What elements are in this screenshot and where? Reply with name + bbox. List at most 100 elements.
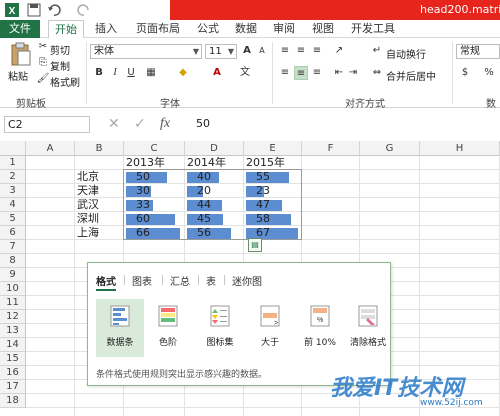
tab-developer[interactable]: 开发工具: [345, 20, 401, 38]
column-header-e[interactable]: E: [244, 141, 302, 156]
column-header-a[interactable]: A: [26, 141, 75, 156]
value-cell[interactable]: 56: [197, 226, 211, 240]
bold-button[interactable]: B: [92, 66, 106, 80]
qa-tab-totals[interactable]: 汇总: [170, 273, 190, 288]
currency-icon[interactable]: $: [458, 66, 472, 80]
percent-icon[interactable]: %: [482, 66, 496, 80]
cut-icon[interactable]: ✂: [36, 40, 50, 54]
save-icon[interactable]: [26, 2, 42, 18]
underline-button[interactable]: U: [124, 66, 138, 80]
value-cell[interactable]: 47: [256, 198, 270, 212]
tab-insert[interactable]: 插入: [88, 20, 124, 38]
merge-center-button[interactable]: 合并后居中: [386, 68, 436, 83]
value-cell[interactable]: 23: [256, 184, 270, 198]
value-cell[interactable]: 55: [256, 170, 270, 184]
copy-button[interactable]: 复制: [50, 58, 70, 73]
qa-tab-formatting[interactable]: 格式: [96, 273, 116, 291]
cancel-icon[interactable]: ✕: [108, 116, 120, 132]
align-left-icon[interactable]: ≡: [278, 66, 292, 80]
paste-icon[interactable]: [10, 42, 32, 66]
name-box[interactable]: C2: [4, 116, 90, 133]
column-header-b[interactable]: B: [75, 141, 124, 156]
increase-indent-icon[interactable]: ⇥: [346, 66, 360, 80]
row-header[interactable]: 18: [0, 394, 26, 408]
value-cell[interactable]: 66: [136, 226, 150, 240]
qa-greater-than-button[interactable]: > 大于: [246, 299, 294, 357]
merge-center-icon[interactable]: ⇔: [370, 66, 384, 80]
font-size-select[interactable]: 11 ▼: [205, 44, 237, 59]
phonetic-icon[interactable]: 文: [238, 66, 252, 80]
row-header[interactable]: 9: [0, 268, 26, 282]
row-header[interactable]: 14: [0, 338, 26, 352]
year-header-cell[interactable]: 2015年: [246, 156, 285, 170]
italic-button[interactable]: I: [108, 66, 122, 80]
enter-icon[interactable]: ✓: [134, 116, 146, 132]
align-middle-icon[interactable]: ≡: [294, 44, 308, 58]
value-cell[interactable]: 20: [197, 184, 211, 198]
font-color-icon[interactable]: A: [210, 66, 224, 80]
align-center-icon[interactable]: ≡: [294, 66, 308, 80]
row-header[interactable]: 2: [0, 170, 26, 184]
year-header-cell[interactable]: 2013年: [126, 156, 165, 170]
qa-data-bars-button[interactable]: 数据条: [96, 299, 144, 357]
borders-icon[interactable]: ▦: [144, 66, 158, 80]
row-header[interactable]: 1: [0, 156, 26, 170]
tab-file[interactable]: 文件: [0, 20, 40, 38]
row-header[interactable]: 17: [0, 380, 26, 394]
paste-label[interactable]: 粘贴: [8, 68, 28, 83]
city-cell[interactable]: 上海: [77, 226, 99, 240]
tab-page-layout[interactable]: 页面布局: [128, 20, 188, 38]
tab-review[interactable]: 审阅: [266, 20, 302, 38]
insert-function-icon[interactable]: fx: [160, 116, 170, 132]
city-cell[interactable]: 天津: [77, 184, 99, 198]
value-cell[interactable]: 44: [197, 198, 211, 212]
tab-formulas[interactable]: 公式: [190, 20, 226, 38]
row-header[interactable]: 7: [0, 240, 26, 254]
quick-analysis-icon[interactable]: ▤: [248, 238, 262, 252]
value-cell[interactable]: 60: [136, 212, 150, 226]
tab-data[interactable]: 数据: [228, 20, 264, 38]
row-header[interactable]: 13: [0, 324, 26, 338]
fill-color-icon[interactable]: ◆: [176, 66, 190, 80]
font-name-select[interactable]: 宋体 ▼: [90, 44, 202, 59]
select-all-corner[interactable]: [0, 141, 26, 156]
row-header[interactable]: 3: [0, 184, 26, 198]
row-header[interactable]: 6: [0, 226, 26, 240]
decrease-indent-icon[interactable]: ⇤: [332, 66, 346, 80]
wrap-text-button[interactable]: 自动换行: [386, 46, 426, 61]
value-cell[interactable]: 40: [197, 170, 211, 184]
row-header[interactable]: 12: [0, 310, 26, 324]
row-header[interactable]: 10: [0, 282, 26, 296]
orientation-icon[interactable]: ↗: [332, 44, 346, 58]
qa-color-scale-button[interactable]: 色阶: [144, 299, 192, 357]
copy-icon[interactable]: ⎘: [36, 56, 50, 70]
wrap-text-icon[interactable]: ↵: [370, 44, 384, 58]
shrink-font-icon[interactable]: A: [255, 44, 269, 58]
undo-icon[interactable]: [46, 2, 62, 18]
qa-tab-charts[interactable]: 图表: [132, 273, 152, 288]
tab-view[interactable]: 视图: [305, 20, 341, 38]
year-header-cell[interactable]: 2014年: [187, 156, 226, 170]
value-cell[interactable]: 33: [136, 198, 150, 212]
column-header-h[interactable]: H: [420, 141, 500, 156]
column-header-c[interactable]: C: [124, 141, 185, 156]
city-cell[interactable]: 深圳: [77, 212, 99, 226]
number-format-select[interactable]: 常规: [456, 44, 500, 59]
city-cell[interactable]: 武汉: [77, 198, 99, 212]
row-header[interactable]: 5: [0, 212, 26, 226]
format-painter-button[interactable]: 格式刷: [50, 74, 80, 89]
cut-button[interactable]: 剪切: [50, 42, 70, 57]
row-header[interactable]: 11: [0, 296, 26, 310]
grow-font-icon[interactable]: A: [240, 44, 254, 58]
tab-home[interactable]: 开始: [48, 20, 84, 39]
column-header-d[interactable]: D: [185, 141, 244, 156]
formula-input[interactable]: 50: [196, 117, 210, 130]
format-painter-icon[interactable]: 🖌: [36, 72, 50, 86]
value-cell[interactable]: 45: [197, 212, 211, 226]
city-cell[interactable]: 北京: [77, 170, 99, 184]
qa-tab-tables[interactable]: 表: [206, 273, 216, 288]
align-top-icon[interactable]: ≡: [278, 44, 292, 58]
align-right-icon[interactable]: ≡: [310, 66, 324, 80]
qa-icon-set-button[interactable]: 图标集: [196, 299, 244, 357]
qa-tab-sparklines[interactable]: 迷你图: [232, 273, 262, 288]
